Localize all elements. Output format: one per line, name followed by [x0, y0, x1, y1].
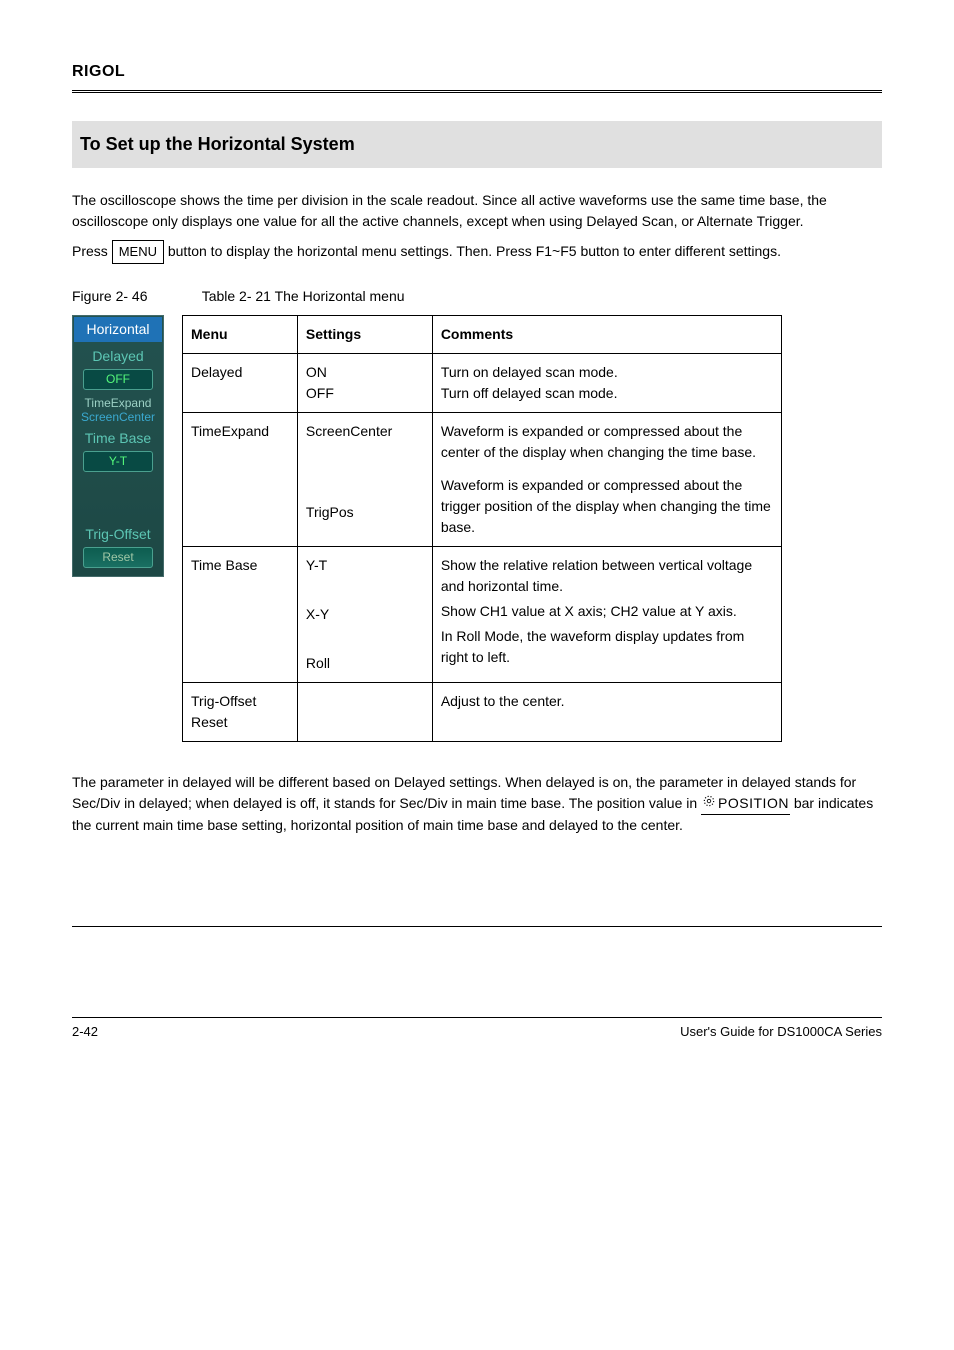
figure-label: Figure 2- 46: [72, 288, 147, 304]
cell-timebase-menu: Time Base: [183, 546, 298, 682]
intro-line2-post: button to display the horizontal menu se…: [168, 243, 781, 259]
cell-timeexpand-comments: Waveform is expanded or compressed about…: [432, 412, 781, 546]
figure-table-labels: Figure 2- 46 Table 2- 21 The Horizontal …: [72, 286, 882, 307]
intro-line2-pre: Press: [72, 243, 112, 259]
cell-delayed-comments: Turn on delayed scan mode. Turn off dela…: [432, 353, 781, 412]
page-footer: 2-42 User's Guide for DS1000CA Series: [72, 1017, 882, 1042]
cell-timeexpand-menu: TimeExpand: [183, 412, 298, 546]
softmenu-delayed-value[interactable]: OFF: [83, 369, 153, 390]
th-menu: Menu: [183, 315, 298, 353]
footer-divider: [72, 926, 882, 927]
softmenu-timebase-label: Time Base: [73, 424, 163, 449]
cell-trigoffset-menu: Trig-Offset Reset: [183, 682, 298, 741]
menu-button[interactable]: MENU: [112, 240, 164, 264]
intro-line2: Press MENU button to display the horizon…: [72, 240, 882, 264]
page-number: 2-42: [72, 1022, 98, 1042]
position-knob-label: POSITION: [701, 793, 790, 815]
softmenu-reset-button[interactable]: Reset: [83, 547, 153, 568]
table-row: Trig-Offset Reset Adjust to the center.: [183, 682, 782, 741]
cell-delayed-menu: Delayed: [183, 353, 298, 412]
section-title: To Set up the Horizontal System: [72, 121, 882, 168]
doc-title: User's Guide for DS1000CA Series: [680, 1022, 882, 1042]
cell-trigoffset-settings: [297, 682, 432, 741]
header-divider: [72, 90, 882, 93]
th-settings: Settings: [297, 315, 432, 353]
th-comments: Comments: [432, 315, 781, 353]
softmenu-screencenter-value[interactable]: ScreenCenter: [73, 410, 163, 424]
table-row: Time Base Y-T X-Y Roll Show the relative…: [183, 546, 782, 682]
cell-timeexpand-settings: ScreenCenter TrigPos: [297, 412, 432, 546]
knob-text: POSITION: [718, 793, 789, 814]
intro-block: The oscilloscope shows the time per divi…: [72, 190, 882, 264]
horizontal-menu-table: Menu Settings Comments Delayed ON OFF Tu…: [182, 315, 782, 742]
softmenu-timeexpand-label: TimeExpand: [73, 392, 163, 410]
cell-delayed-settings: ON OFF: [297, 353, 432, 412]
softmenu: Horizontal Delayed OFF TimeExpand Screen…: [72, 315, 164, 578]
brand-header: RIGOL: [72, 60, 882, 93]
table-row: TimeExpand ScreenCenter TrigPos Waveform…: [183, 412, 782, 546]
softmenu-delayed-label: Delayed: [73, 342, 163, 367]
cell-trigoffset-comments: Adjust to the center.: [432, 682, 781, 741]
cell-timebase-settings: Y-T X-Y Roll: [297, 546, 432, 682]
figure-table-row: Horizontal Delayed OFF TimeExpand Screen…: [72, 315, 882, 742]
table-label: Table 2- 21 The Horizontal menu: [202, 288, 405, 304]
body-paragraph: The parameter in delayed will be differe…: [72, 772, 882, 836]
softmenu-timebase-value[interactable]: Y-T: [83, 451, 153, 472]
cell-timebase-comments: Show the relative relation between verti…: [432, 546, 781, 682]
knob-icon: [702, 793, 716, 814]
table-row: Delayed ON OFF Turn on delayed scan mode…: [183, 353, 782, 412]
softmenu-trigoffset-label: Trig-Offset: [73, 520, 163, 545]
intro-line1: The oscilloscope shows the time per divi…: [72, 190, 882, 232]
softmenu-title: Horizontal: [74, 317, 162, 342]
table-head-row: Menu Settings Comments: [183, 315, 782, 353]
brand-text: RIGOL: [72, 63, 125, 80]
